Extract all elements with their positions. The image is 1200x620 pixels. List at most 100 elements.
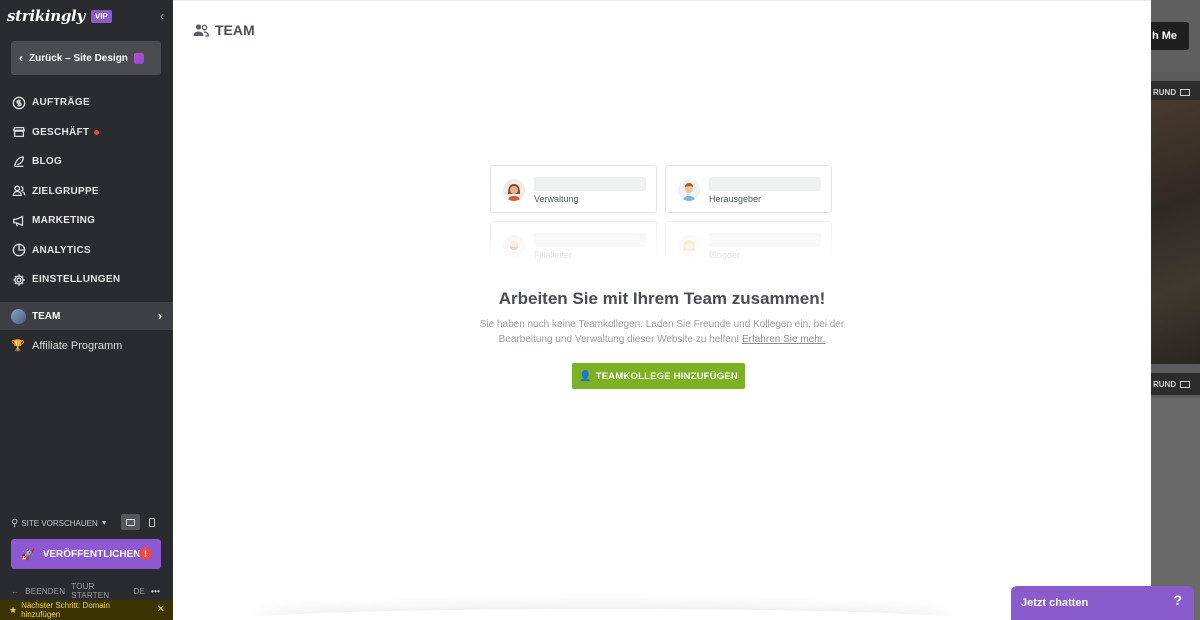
placeholder-bar: [709, 177, 821, 191]
desktop-preview-button[interactable]: [121, 514, 140, 530]
background-label-text: RUND: [1153, 379, 1177, 389]
team-avatars-icon: [11, 308, 26, 324]
sidebar-item-label: Affiliate Programm: [32, 339, 123, 352]
palette-icon: [133, 52, 144, 64]
sidebar-item-marketing[interactable]: MARKETING: [0, 206, 173, 236]
role-card: Herausgeber: [665, 165, 832, 213]
bearded-man-avatar-icon: [503, 235, 525, 257]
strikingly-logo: strikingly: [7, 7, 85, 25]
sidebar-item-team[interactable]: TEAM ›: [0, 302, 173, 330]
sidebar-item-label: BLOG: [32, 156, 63, 168]
site-preview-row: ⚲ SITE VORSCHAUEN ▼: [11, 514, 161, 532]
placeholder-bar: [534, 177, 646, 191]
role-label: Filialleiter: [534, 250, 573, 260]
back-button-label: Zurück – Site Design: [29, 52, 128, 64]
image-icon: [1180, 380, 1191, 388]
image-icon: [1180, 88, 1191, 96]
team-icon: [193, 24, 209, 37]
sidebar-item-blog[interactable]: BLOG: [0, 147, 173, 177]
sidebar-item-label: ZIELGRUPPE: [32, 185, 99, 197]
notification-dot: [94, 129, 100, 135]
sidebar-item-auftraege[interactable]: AUFTRÄGE: [0, 88, 173, 118]
sidebar-item-label: TEAM: [32, 310, 61, 322]
rocket-icon: 🚀: [21, 548, 35, 561]
role-card: Filialleiter: [490, 221, 657, 261]
empty-state-headline: Arbeiten Sie mit Ihrem Team zusammen!: [498, 289, 826, 308]
publish-button-label: VERÖFFENTLICHEN: [42, 548, 141, 560]
vip-badge: VIP: [90, 9, 112, 23]
star-icon: ★: [9, 604, 18, 615]
role-card: Blogger: [665, 221, 832, 261]
chat-button[interactable]: Jetzt chatten ?: [1011, 586, 1194, 620]
gear-icon: [11, 272, 26, 287]
search-icon: ⚲: [11, 517, 19, 529]
sidebar-item-einstellungen[interactable]: EINSTELLUNGEN: [0, 265, 173, 295]
panel-header: TEAM: [193, 22, 255, 38]
sidebar-footer: ← BEENDEN TOUR STARTEN DE •••: [11, 582, 166, 600]
arrow-left-icon: ←: [11, 586, 20, 596]
sidebar-item-label: AUFTRÄGE: [32, 97, 90, 109]
sidebar: strikingly VIP ‹ ‹ Zurück – Site Design …: [0, 0, 173, 620]
language-link[interactable]: DE: [133, 587, 145, 596]
woman-avatar-icon: [503, 179, 525, 201]
pie-chart-icon: [11, 243, 26, 258]
chat-label: Jetzt chatten: [1021, 597, 1089, 609]
sidebar-nav: AUFTRÄGE GESCHÄFT BLOG ZIELGRUPPE MARKET…: [0, 88, 173, 295]
feather-icon: [11, 154, 26, 169]
placeholder-bar: [709, 233, 821, 247]
site-preview-background: h Me RUND RUND: [1151, 0, 1200, 620]
preview-photo: [1151, 100, 1200, 364]
panel-shadow: [253, 609, 953, 620]
add-user-icon: 👤: [579, 370, 592, 382]
sidebar-item-zielgruppe[interactable]: ZIELGRUPPE: [0, 177, 173, 207]
sidebar-item-geschaeft[interactable]: GESCHÄFT: [0, 118, 173, 148]
man-avatar-icon: [678, 179, 700, 201]
role-label: Verwaltung: [534, 194, 579, 204]
help-icon: ?: [1173, 592, 1182, 608]
empty-state-description: Sie haben noch keine Teamkollegen. Laden…: [462, 317, 862, 347]
caret-down-icon: ▼: [100, 519, 108, 527]
placeholder-bar: [534, 233, 646, 247]
next-step-banner[interactable]: ★ Nächster Schritt: Domain hinzufügen ✕: [0, 600, 173, 620]
mobile-preview-button[interactable]: [142, 514, 161, 530]
store-icon: [11, 125, 26, 140]
blonde-woman-avatar-icon: [678, 235, 700, 257]
sidebar-item-affiliate[interactable]: 🏆 Affiliate Programm: [0, 331, 173, 360]
team-roles-illustration: Verwaltung Herausgeber Filialleiter Blog…: [490, 165, 832, 261]
close-icon[interactable]: ✕: [157, 605, 165, 615]
page-title: TEAM: [215, 22, 255, 38]
learn-more-link[interactable]: Erfahren Sie mehr.: [742, 334, 825, 345]
background-label[interactable]: RUND: [1151, 373, 1200, 395]
more-options-icon[interactable]: •••: [151, 587, 160, 596]
back-to-site-design-button[interactable]: ‹ Zurück – Site Design: [11, 41, 161, 75]
add-team-member-button[interactable]: 👤 TEAMKOLLEGE HINZUFÜGEN: [572, 363, 745, 389]
site-preview-dropdown[interactable]: SITE VORSCHAUEN: [21, 519, 97, 528]
role-label: Blogger: [709, 250, 741, 260]
team-panel: TEAM Verwaltung Herausgeber Filialleiter: [173, 0, 1151, 620]
people-icon: [11, 184, 26, 199]
warning-icon: !: [139, 547, 152, 560]
sidebar-item-label: EINSTELLUNGEN: [32, 274, 121, 286]
add-button-label: TEAMKOLLEGE HINZUFÜGEN: [595, 370, 738, 382]
next-step-text: Nächster Schritt: Domain hinzufügen: [21, 601, 110, 619]
sidebar-item-label: GESCHÄFT: [32, 126, 90, 138]
collapse-sidebar-icon[interactable]: ‹: [160, 9, 164, 23]
sidebar-item-analytics[interactable]: ANALYTICS: [0, 236, 173, 266]
start-tour-link[interactable]: TOUR STARTEN: [71, 582, 127, 600]
sidebar-item-label: ANALYTICS: [32, 244, 92, 256]
chevron-left-icon: ‹: [19, 51, 23, 65]
trophy-icon: 🏆: [11, 340, 25, 352]
publish-button[interactable]: 🚀 VERÖFFENTLICHEN !: [11, 539, 161, 569]
mobile-icon: [148, 517, 155, 527]
exit-link[interactable]: BEENDEN: [25, 587, 65, 596]
desktop-icon: [126, 518, 135, 526]
brand: strikingly VIP: [7, 6, 112, 26]
background-label-text: RUND: [1153, 87, 1177, 97]
sidebar-item-label: MARKETING: [32, 215, 96, 227]
megaphone-icon: [11, 213, 26, 228]
role-label: Herausgeber: [709, 194, 762, 204]
preview-cta-button[interactable]: h Me: [1151, 22, 1189, 50]
chevron-right-icon: ›: [158, 309, 162, 323]
role-card: Verwaltung: [490, 165, 657, 213]
dollar-icon: [11, 95, 26, 110]
